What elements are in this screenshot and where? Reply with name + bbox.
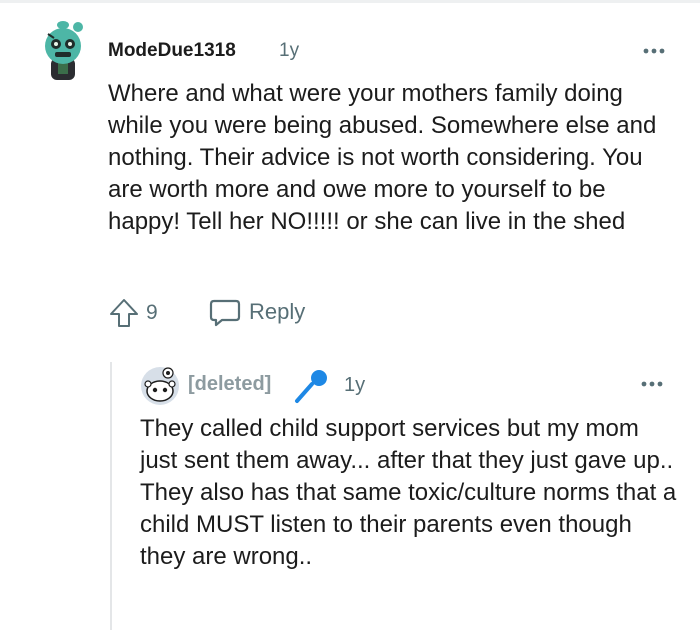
reply-body: They called child support services but m… <box>140 415 677 570</box>
reply-button[interactable]: Reply <box>249 299 305 325</box>
more-options-icon[interactable] <box>640 377 664 389</box>
microphone-icon <box>292 368 332 404</box>
reply-bubble-icon[interactable] <box>208 298 242 328</box>
vote-score: 9 <box>146 301 158 324</box>
top-divider <box>0 0 700 3</box>
reply-age: 1y <box>344 374 366 396</box>
comment-author[interactable]: ModeDue1318 <box>108 40 236 62</box>
more-options-icon[interactable] <box>642 44 666 56</box>
default-snoo-avatar-icon[interactable] <box>140 366 180 406</box>
comment-body: Where and what were your mothers family … <box>108 80 657 235</box>
snoo-zombie-avatar-icon[interactable] <box>38 20 88 82</box>
upvote-arrow-icon[interactable] <box>108 297 140 329</box>
thread-line[interactable] <box>110 362 112 630</box>
reply-author: [deleted] <box>188 373 272 395</box>
comment-age: 1y <box>279 40 300 61</box>
